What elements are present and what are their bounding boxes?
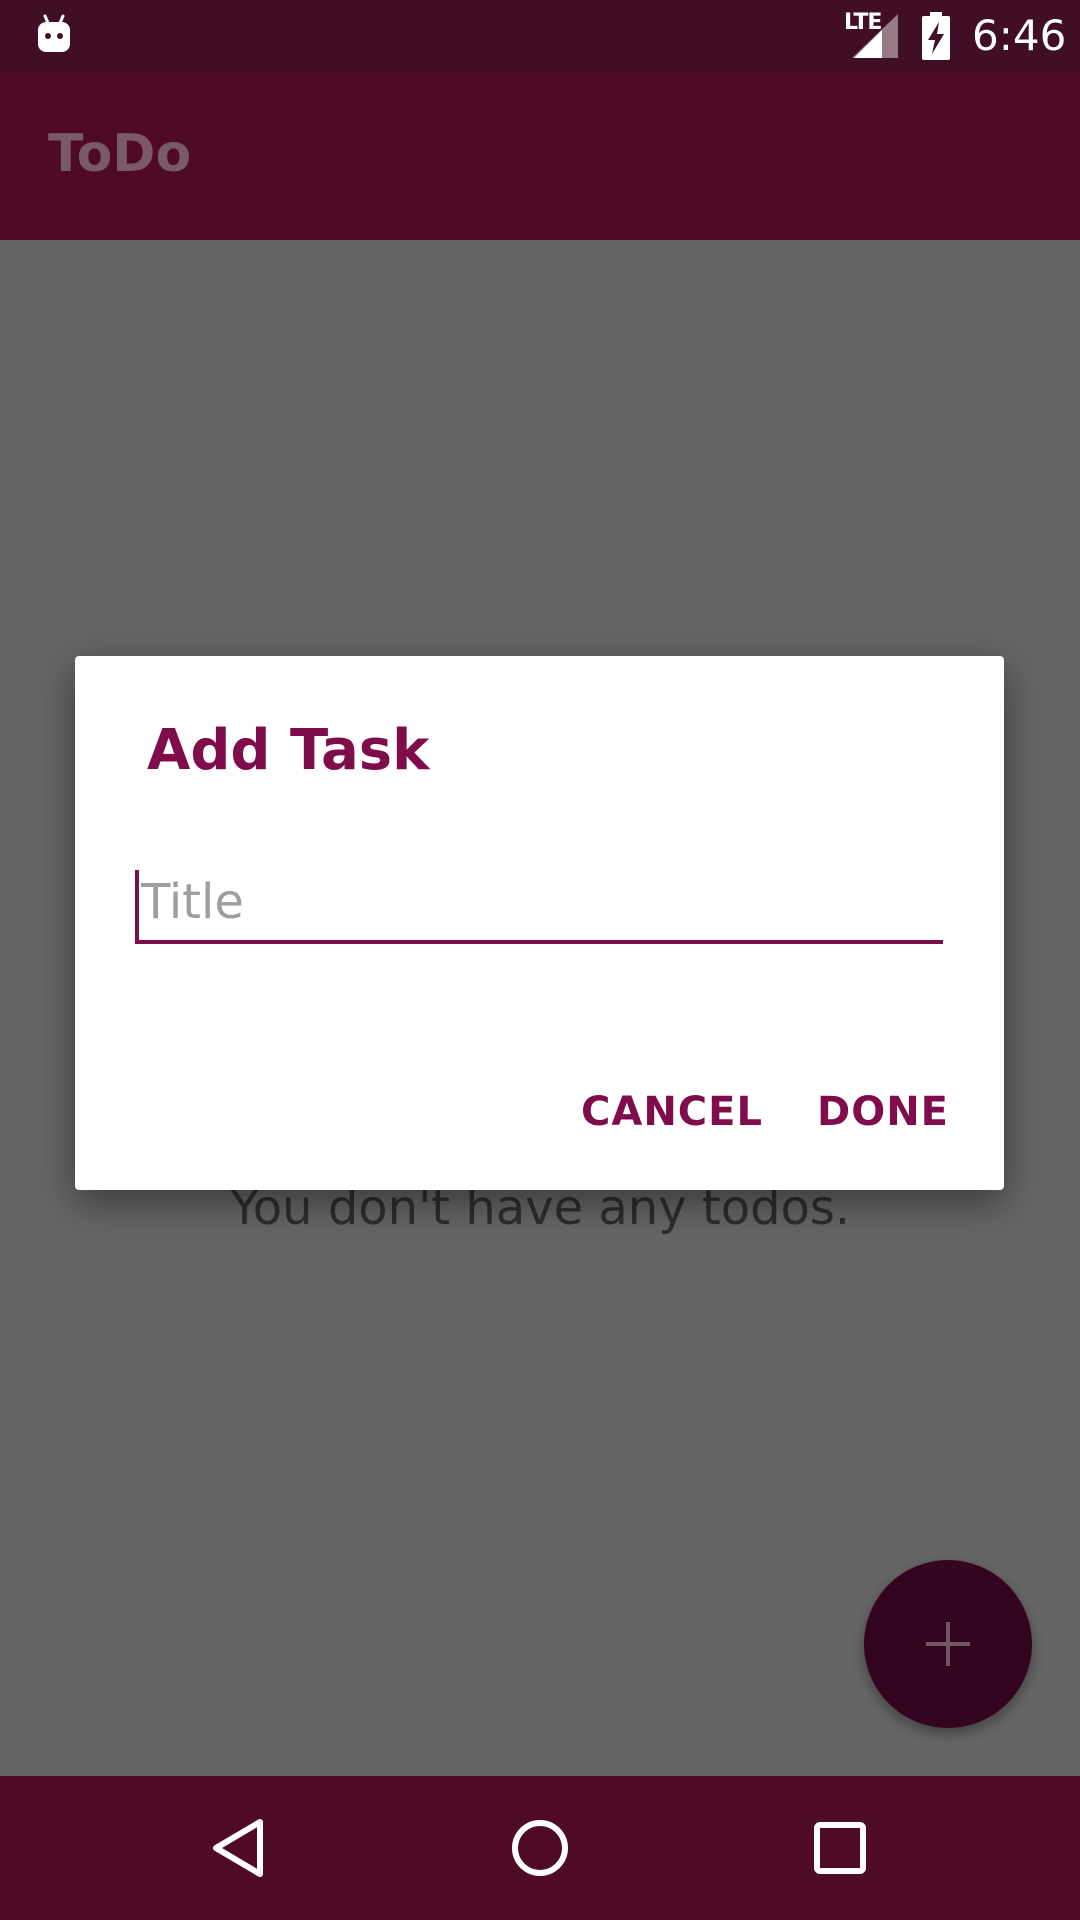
app-title: ToDo <box>48 124 192 184</box>
recents-icon[interactable] <box>800 1808 880 1888</box>
android-notification-icon <box>38 14 70 52</box>
status-bar: LTE 6:46 <box>0 0 1080 72</box>
signal-icon <box>852 14 898 58</box>
cancel-button[interactable]: CANCEL <box>565 1076 779 1148</box>
home-icon[interactable] <box>500 1808 580 1888</box>
add-task-dialog: Add Task CANCEL DONE <box>75 656 1004 1190</box>
add-task-fab[interactable] <box>864 1560 1032 1728</box>
system-navigation-bar <box>0 1776 1080 1920</box>
dialog-title: Add Task <box>147 718 430 783</box>
plus-icon <box>926 1622 970 1666</box>
battery-charging-icon <box>922 12 950 60</box>
task-title-input[interactable] <box>135 864 943 944</box>
text-cursor <box>135 870 139 940</box>
done-button[interactable]: DONE <box>801 1076 965 1148</box>
back-icon[interactable] <box>200 1808 280 1888</box>
screen: LTE 6:46 ToDo You don't have any todos. … <box>0 0 1080 1920</box>
status-time: 6:46 <box>972 11 1067 60</box>
app-bar: ToDo <box>0 72 1080 240</box>
